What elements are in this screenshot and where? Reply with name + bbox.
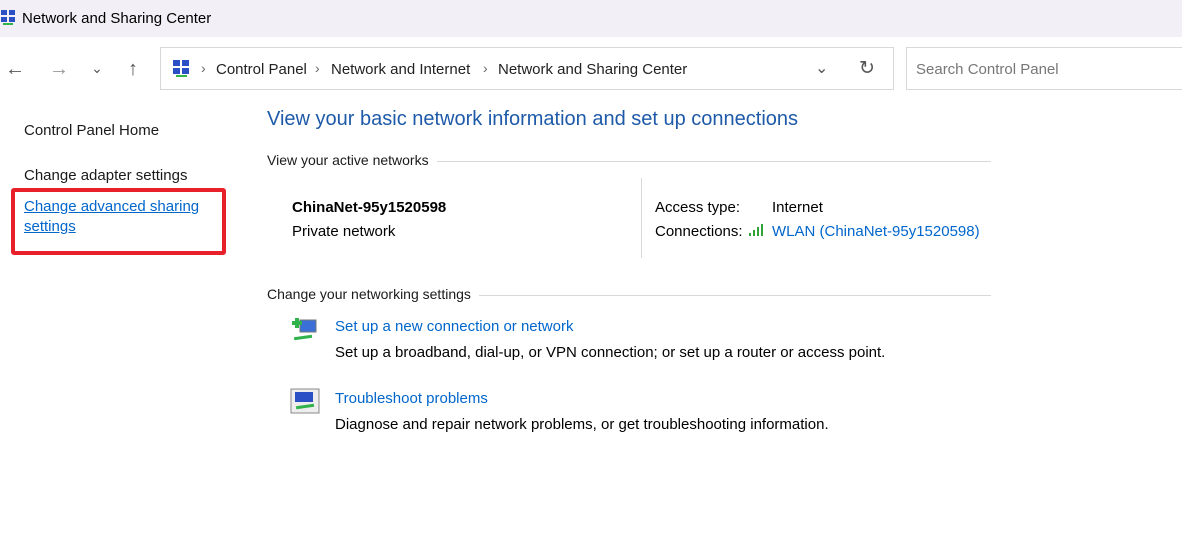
network-type[interactable]: Private network	[292, 223, 395, 240]
address-bar[interactable]: › Control Panel › Network and Internet ›…	[160, 47, 894, 90]
breadcrumb-separator: ›	[483, 60, 488, 76]
window-title: Network and Sharing Center	[22, 10, 212, 27]
back-arrow-icon[interactable]: ←	[3, 58, 27, 81]
breadcrumb-network-sharing-center[interactable]: Network and Sharing Center	[498, 61, 687, 78]
divider	[641, 178, 642, 258]
wifi-signal-icon	[749, 224, 763, 236]
breadcrumb-control-panel[interactable]: Control Panel	[216, 61, 307, 78]
control-panel-icon	[173, 60, 189, 77]
forward-arrow-icon[interactable]: →	[47, 58, 71, 81]
breadcrumb-network-and-internet[interactable]: Network and Internet	[331, 61, 470, 78]
network-name: ChinaNet-95y1520598	[292, 199, 447, 216]
sidebar-item-change-adapter-settings[interactable]: Change adapter settings	[24, 167, 187, 184]
search-input[interactable]: Search Control Panel	[906, 47, 1182, 90]
access-type-value: Internet	[772, 199, 823, 216]
connections-label: Connections:	[655, 223, 743, 240]
troubleshoot-icon	[290, 388, 320, 414]
highlight-box	[11, 188, 226, 255]
networking-settings-header: Change your networking settings	[267, 286, 479, 302]
address-dropdown-chevron-icon[interactable]: ⌄	[815, 58, 828, 78]
active-networks-header: View your active networks	[267, 152, 437, 168]
wlan-connection-link[interactable]: WLAN (ChinaNet-95y1520598)	[772, 223, 980, 240]
setup-new-connection-link[interactable]: Set up a new connection or network	[335, 318, 573, 335]
up-arrow-icon[interactable]: ↑	[121, 58, 145, 81]
breadcrumb-separator: ›	[315, 60, 320, 76]
refresh-icon[interactable]: ↻	[859, 57, 875, 80]
troubleshoot-desc: Diagnose and repair network problems, or…	[335, 416, 829, 433]
setup-new-connection-desc: Set up a broadband, dial-up, or VPN conn…	[335, 344, 886, 361]
sidebar-item-control-panel-home[interactable]: Control Panel Home	[24, 122, 159, 139]
recent-chevron-down-icon[interactable]: ⌄	[85, 60, 109, 77]
new-connection-icon	[292, 318, 317, 341]
breadcrumb-separator: ›	[201, 60, 206, 76]
page-heading: View your basic network information and …	[267, 108, 799, 130]
troubleshoot-link[interactable]: Troubleshoot problems	[335, 390, 488, 407]
access-type-label: Access type:	[655, 199, 741, 216]
network-center-icon	[1, 10, 15, 25]
